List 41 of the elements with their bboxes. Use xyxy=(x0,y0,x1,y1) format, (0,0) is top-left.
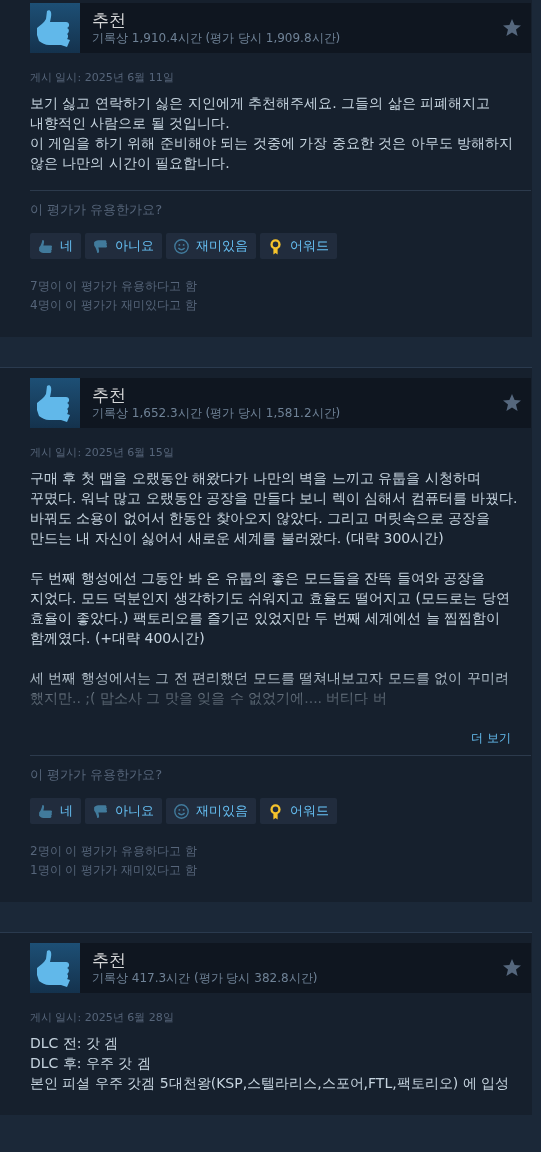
vote-count: 2명이 이 평가가 유용하다고 함 xyxy=(30,843,198,860)
review-text: 보기 싫고 연락하기 싫은 지인에게 추천해주세요. 그들의 삶은 피폐해지고 내향적인 사람으로 될 것입니다. 이 게임을 하기 위해 준비해야 되는 것중에 가장 중요한 것은 아무도 방해하지 않은 나만의 시간이 필요합니다. xyxy=(30,94,514,173)
vote-count: 4명이 이 평가가 재미있다고 함 xyxy=(30,297,198,314)
playtime-text: 기록상 1,652.3시간 (평가 당시 1,581.2시간) xyxy=(92,405,342,421)
review-text: DLC 전: 갓 겜 DLC 후: 우주 갓 겜 본인 피셜 우주 갓겜 5대천왕(KSP,스텔라리스,스포어,FTL,팩토리오) 에 입성 xyxy=(30,1034,510,1093)
thumbs-up-icon xyxy=(30,378,80,428)
award-ribbon-icon xyxy=(267,237,284,255)
star-icon[interactable] xyxy=(502,393,522,413)
posted-date: 게시 일시: 2025년 6월 11일 xyxy=(30,70,175,85)
vote-button[interactable]: 재미있음 xyxy=(166,233,256,259)
review-verdict: 추천 xyxy=(92,950,127,970)
vote-button[interactable]: 아니요 xyxy=(85,233,162,259)
playtime-text: 기록상 417.3시간 (평가 당시 382.8시간) xyxy=(92,970,319,986)
smiley-icon xyxy=(173,802,190,820)
thumbs-down-icon xyxy=(92,237,109,255)
review-verdict: 추천 xyxy=(92,10,127,30)
vote-button[interactable]: 네 xyxy=(30,233,81,259)
award-ribbon-icon xyxy=(267,802,284,820)
vote-button[interactable]: 재미있음 xyxy=(166,798,256,824)
thumbs-up-icon xyxy=(37,802,54,820)
vote-count: 7명이 이 평가가 유용하다고 함 xyxy=(30,278,198,295)
playtime-text: 기록상 1,910.4시간 (평가 당시 1,909.8시간) xyxy=(92,30,342,46)
thumbs-down-icon xyxy=(92,802,109,820)
vote-button[interactable]: 어워드 xyxy=(260,233,337,259)
posted-date: 게시 일시: 2025년 6월 15일 xyxy=(30,445,175,460)
review-text: 구매 후 첫 맵을 오랬동안 해왔다가 나만의 벽을 느끼고 유툽을 시청하며 꾸몄다. 워낙 많고 오랬동안 공장을 만들다 보니 렉이 심해서 컴퓨터를 바꿨다. 바꿔도 소용이 없어서 한동안 찾아오지 않았다. 그리고 머릿속으로 공장을 만드는 내 자신이 싫어서 새로운 세계를 불러왔다. (대략 300시간) 두 번째 행성에선 그동안 봐 온 유툽의 좋은 모드들을 잔뜩 들여와 공장을 지었다. 모드 덕분인지 생각하기도 쉬워지고 효율도 떨어지고 (모드로는 당연 효율이 좋았다.) 팩토리오를 즐기곤 있었지만 두 번째 세계에선 늘 찝찝함이 함께였다. (+대략 400시간) 세 번째 행성에서는 그 전 편리했던 모드를 떨쳐내보고자 모드를 없이 꾸미려 했지만.. ;( 맙소사 그 맛을 잊을 수 없었기에.... 버티다 버 xyxy=(30,469,518,708)
thumbs-up-icon xyxy=(30,943,80,993)
smiley-icon xyxy=(173,237,190,255)
helpful-question: 이 평가가 유용한가요? xyxy=(30,766,164,784)
thumbs-up-icon xyxy=(37,237,54,255)
vote-button[interactable]: 어워드 xyxy=(260,798,337,824)
review-verdict: 추천 xyxy=(92,385,127,405)
read-more-link[interactable]: 더 보기 xyxy=(471,730,511,747)
vote-button[interactable]: 네 xyxy=(30,798,81,824)
star-icon[interactable] xyxy=(502,958,522,978)
vote-count: 1명이 이 평가가 재미있다고 함 xyxy=(30,862,198,879)
thumbs-up-icon xyxy=(30,3,80,53)
vote-button[interactable]: 아니요 xyxy=(85,798,162,824)
helpful-question: 이 평가가 유용한가요? xyxy=(30,201,164,219)
posted-date: 게시 일시: 2025년 6월 28일 xyxy=(30,1010,175,1025)
star-icon[interactable] xyxy=(502,18,522,38)
